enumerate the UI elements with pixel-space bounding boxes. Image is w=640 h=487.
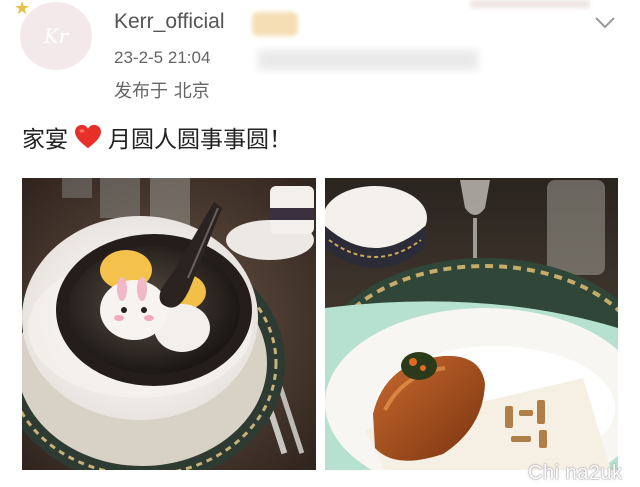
post-photo-1[interactable]: [22, 178, 316, 470]
avatar[interactable]: Kr: [20, 2, 92, 70]
username[interactable]: Kerr_official: [114, 10, 225, 34]
red-heart-icon: [75, 124, 101, 149]
verified-badge: [252, 12, 298, 36]
watermark-text: Chi na2uk: [528, 462, 623, 484]
blurred-region: [258, 50, 478, 70]
blurred-region: [470, 0, 590, 8]
post-location: 发布于 北京: [114, 81, 210, 102]
post-text: 家宴 月圆人圆事事圆！: [22, 120, 292, 154]
post-text-part: 家宴: [22, 127, 68, 153]
chevron-down-icon[interactable]: [590, 8, 620, 38]
post-photo-2[interactable]: [325, 178, 618, 470]
post-text-part: 月圆人圆事事圆！: [108, 127, 292, 153]
avatar-initials: Kr: [43, 24, 69, 48]
post-timestamp: 23-2-5 21:04: [114, 48, 211, 67]
